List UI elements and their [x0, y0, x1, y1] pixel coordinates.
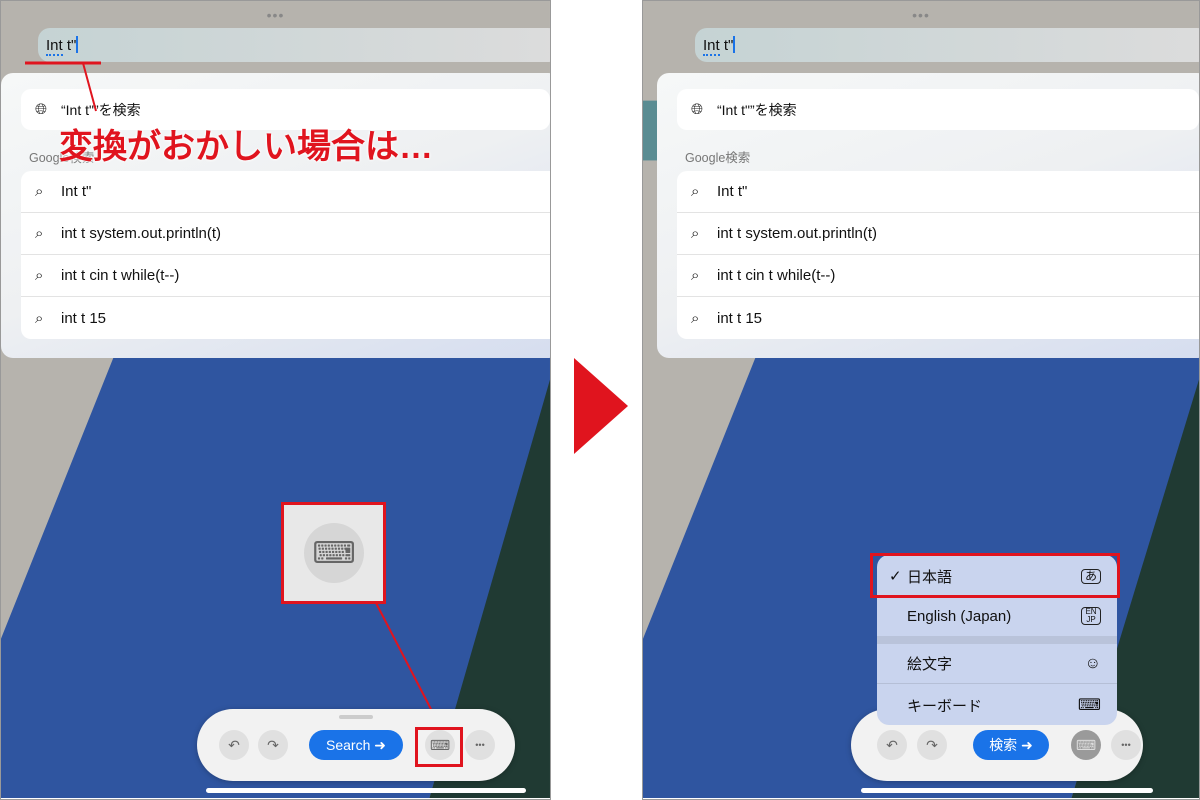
keyboard-highlight [415, 727, 463, 767]
arrow-right-circle-icon: ➜ [1021, 736, 1033, 753]
suggestion-text: int t cin t while(t--) [717, 267, 836, 284]
bottom-toolbar: ↶ ↷ Search ➜ ⌨ ••• [197, 709, 515, 781]
menu-item-label: キーボード [907, 697, 983, 715]
search-button[interactable]: 検索 ➜ [973, 730, 1049, 760]
suggestion-row[interactable]: ⌕ int t cin t while(t--) [677, 255, 1199, 297]
keyboard-button[interactable]: ⌨ [1071, 730, 1101, 760]
redo-button[interactable]: ↷ [917, 730, 947, 760]
suggestion-text: int t system.out.println(t) [717, 225, 878, 242]
menu-separator [877, 636, 1117, 644]
arrow-right-circle-icon: ➜ [374, 736, 386, 753]
japanese-highlight [870, 553, 1120, 598]
menu-item-label: English (Japan) [907, 607, 1012, 625]
suggestion-row[interactable]: ⌕ Int t" [677, 171, 1199, 213]
suggestion-text: int t 15 [717, 309, 763, 327]
zoomed-keyboard-callout: ⌨ [281, 502, 386, 604]
globe-icon: 🌐︎ [691, 101, 704, 118]
search-icon: ⌕ [691, 309, 700, 327]
suggestion-row[interactable]: ⌕ int t system.out.println(t) [677, 213, 1199, 255]
text-cursor [733, 36, 736, 53]
home-indicator [206, 788, 526, 793]
menu-item-label: 絵文字 [907, 656, 953, 673]
menu-item-english-japan[interactable]: English (Japan) EN JP [877, 596, 1117, 636]
more-button[interactable]: ••• [1111, 730, 1141, 760]
address-text: t" [719, 37, 734, 54]
search-button[interactable]: Search ➜ [309, 730, 403, 760]
web-search-label: “Int t"”を検索 [717, 101, 797, 118]
search-icon: ⌕ [691, 225, 700, 242]
toolbar-grabber[interactable] [339, 715, 373, 719]
suggestion-text: Int t" [717, 183, 748, 200]
search-button-label: Search [326, 737, 371, 753]
next-step-arrow-icon [574, 358, 628, 454]
address-bar[interactable]: Int t" [695, 28, 1199, 62]
en-jp-icon: EN JP [1081, 607, 1101, 625]
undo-button[interactable]: ↶ [877, 730, 907, 760]
composing-text: Int [703, 37, 720, 56]
web-search-row[interactable]: 🌐︎ “Int t"”を検索 [677, 89, 1199, 130]
after-screenshot: ••• Int t" 🌐︎ “Int t"”を検索 Google検索 ⌕ Int t… [642, 0, 1200, 800]
search-icon: ⌕ [691, 183, 700, 200]
menu-item-emoji[interactable]: 絵文字 ☺ [877, 644, 1117, 684]
redo-button[interactable]: ↷ [258, 730, 288, 760]
more-button[interactable]: ••• [465, 730, 495, 760]
smiley-icon: ☺ [1084, 654, 1101, 672]
keyboard-icon: ⌨ [1077, 697, 1101, 714]
menu-item-keyboard[interactable]: キーボード ⌨ [877, 685, 1117, 725]
annotation-text: 変換がおかしい場合は… [59, 128, 433, 166]
window-grabber-icon[interactable]: ••• [912, 7, 930, 23]
keyboard-icon: ⌨ [304, 523, 364, 583]
before-screenshot: ••• Int t" 🌐︎ “Int t"”を検索 Google検索 ⌕ Int t… [0, 0, 551, 800]
search-button-label: 検索 [989, 737, 1018, 753]
suggestion-row[interactable]: ⌕ int t 15 [677, 297, 1199, 339]
google-search-label: Google検索 [685, 151, 751, 165]
search-icon: ⌕ [691, 267, 700, 284]
home-indicator [861, 788, 1153, 793]
undo-button[interactable]: ↶ [219, 730, 249, 760]
